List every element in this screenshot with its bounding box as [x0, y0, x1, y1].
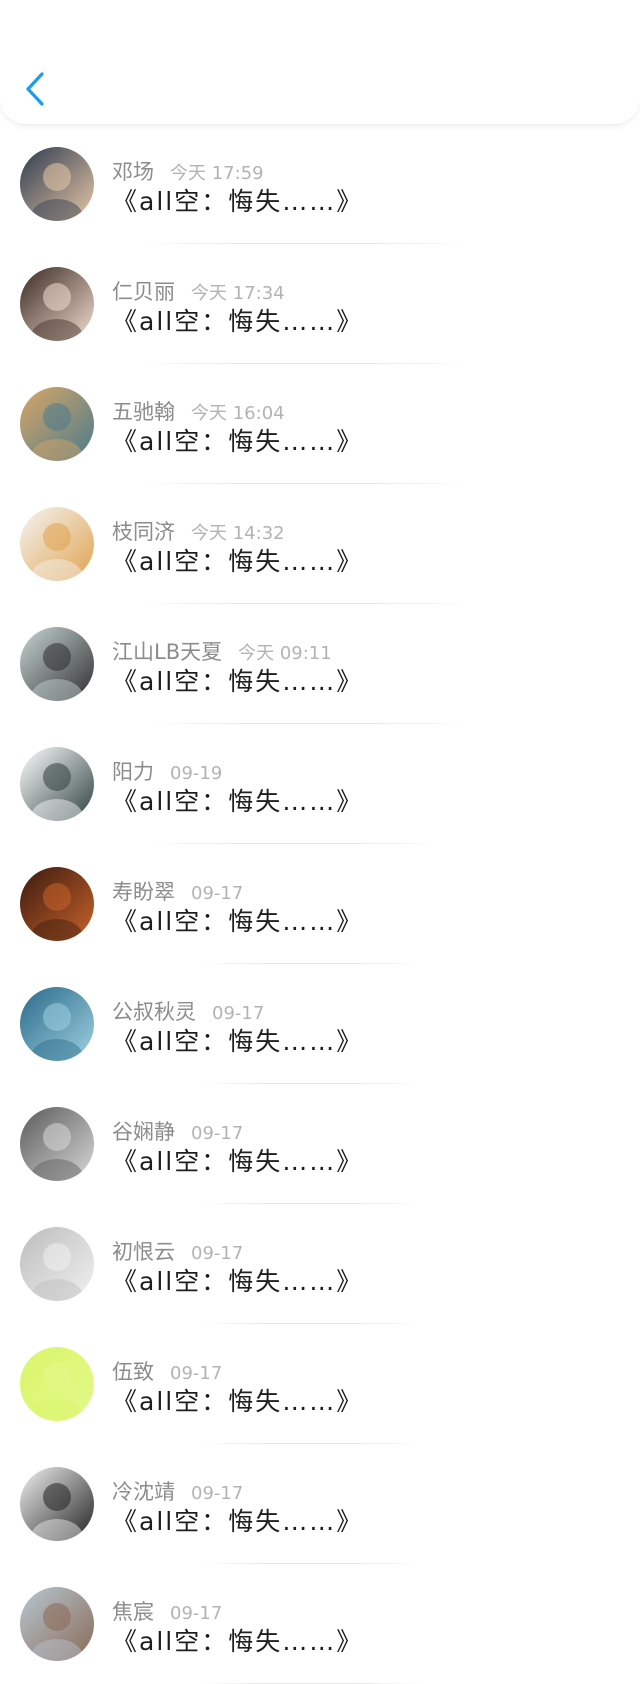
message-item[interactable]: 公叔秋灵 09-17 《all空：悔失……》 — [0, 964, 640, 1084]
sender-name[interactable]: 冷沈靖 — [112, 1480, 175, 1504]
message-item[interactable]: 焦宸 09-17 《all空：悔失……》 — [0, 1564, 640, 1684]
message-title[interactable]: 《all空：悔失……》 — [112, 542, 363, 578]
message-time: 09-17 — [191, 1243, 244, 1264]
message-time: 09-17 — [212, 1003, 265, 1024]
avatar[interactable] — [20, 147, 94, 221]
sender-name[interactable]: 谷娴静 — [112, 1120, 175, 1144]
message-item[interactable]: 初恨云 09-17 《all空：悔失……》 — [0, 1204, 640, 1324]
message-time: 今天 14:32 — [191, 523, 285, 544]
message-time: 09-17 — [191, 1483, 244, 1504]
avatar[interactable] — [20, 1107, 94, 1181]
message-item[interactable]: 邓场 今天 17:59 《all空：悔失……》 — [0, 124, 640, 244]
message-item[interactable]: 伍致 09-17 《all空：悔失……》 — [0, 1324, 640, 1444]
sender-name[interactable]: 寿盼翠 — [112, 880, 175, 904]
message-title[interactable]: 《all空：悔失……》 — [112, 1262, 363, 1298]
avatar[interactable] — [20, 867, 94, 941]
message-time: 09-19 — [170, 763, 223, 784]
message-time: 今天 17:34 — [191, 283, 285, 304]
message-time: 09-17 — [170, 1603, 223, 1624]
message-item[interactable]: 冷沈靖 09-17 《all空：悔失……》 — [0, 1444, 640, 1564]
message-time: 今天 16:04 — [191, 403, 285, 424]
message-time: 今天 17:59 — [170, 163, 264, 184]
message-time: 09-17 — [191, 883, 244, 904]
message-list: 邓场 今天 17:59 《all空：悔失……》 仁贝丽 今天 17:34 《all空：悔失… — [0, 124, 640, 1684]
chevron-left-icon — [26, 72, 44, 106]
message-title[interactable]: 《all空：悔失……》 — [112, 1382, 363, 1418]
sender-name[interactable]: 五驰翰 — [112, 400, 175, 424]
avatar[interactable] — [20, 387, 94, 461]
sender-name[interactable]: 焦宸 — [112, 1600, 154, 1624]
message-title[interactable]: 《all空：悔失……》 — [112, 1502, 363, 1538]
avatar[interactable] — [20, 987, 94, 1061]
sender-name[interactable]: 枝同济 — [112, 520, 175, 544]
message-time: 今天 09:11 — [238, 643, 332, 664]
message-title[interactable]: 《all空：悔失……》 — [112, 1622, 363, 1658]
message-item[interactable]: 江山LB天夏 今天 09:11 《all空：悔失……》 — [0, 604, 640, 724]
message-time: 09-17 — [191, 1123, 244, 1144]
message-item[interactable]: 谷娴静 09-17 《all空：悔失……》 — [0, 1084, 640, 1204]
sender-name[interactable]: 邓场 — [112, 160, 154, 184]
message-item[interactable]: 五驰翰 今天 16:04 《all空：悔失……》 — [0, 364, 640, 484]
avatar[interactable] — [20, 267, 94, 341]
message-title[interactable]: 《all空：悔失……》 — [112, 782, 363, 818]
sender-name[interactable]: 江山LB天夏 — [112, 640, 222, 664]
avatar[interactable] — [20, 1587, 94, 1661]
sender-name[interactable]: 阳力 — [112, 760, 154, 784]
message-title[interactable]: 《all空：悔失……》 — [112, 182, 363, 218]
message-title[interactable]: 《all空：悔失……》 — [112, 1022, 363, 1058]
avatar[interactable] — [20, 1347, 94, 1421]
message-item[interactable]: 寿盼翠 09-17 《all空：悔失……》 — [0, 844, 640, 964]
sender-name[interactable]: 伍致 — [112, 1360, 154, 1384]
message-title[interactable]: 《all空：悔失……》 — [112, 422, 363, 458]
top-bar — [0, 0, 640, 125]
sender-name[interactable]: 公叔秋灵 — [112, 1000, 196, 1024]
message-item[interactable]: 枝同济 今天 14:32 《all空：悔失……》 — [0, 484, 640, 604]
avatar[interactable] — [20, 507, 94, 581]
sender-name[interactable]: 仁贝丽 — [112, 280, 175, 304]
message-item[interactable]: 阳力 09-19 《all空：悔失……》 — [0, 724, 640, 844]
message-title[interactable]: 《all空：悔失……》 — [112, 902, 363, 938]
avatar[interactable] — [20, 1467, 94, 1541]
avatar[interactable] — [20, 747, 94, 821]
sender-name[interactable]: 初恨云 — [112, 1240, 175, 1264]
message-title[interactable]: 《all空：悔失……》 — [112, 662, 363, 698]
avatar[interactable] — [20, 1227, 94, 1301]
message-time: 09-17 — [170, 1363, 223, 1384]
message-item[interactable]: 仁贝丽 今天 17:34 《all空：悔失……》 — [0, 244, 640, 364]
avatar[interactable] — [20, 627, 94, 701]
message-title[interactable]: 《all空：悔失……》 — [112, 302, 363, 338]
back-button[interactable] — [18, 66, 52, 112]
message-title[interactable]: 《all空：悔失……》 — [112, 1142, 363, 1178]
